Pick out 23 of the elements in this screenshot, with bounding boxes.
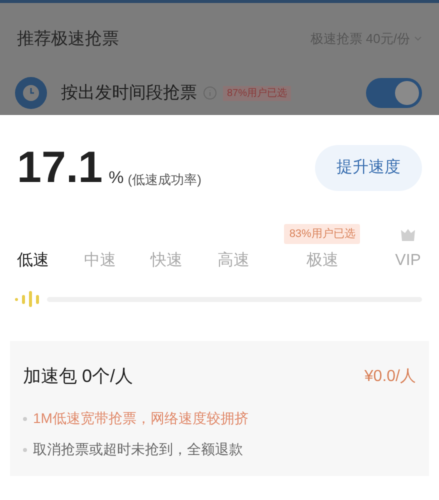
clock-icon: [15, 77, 47, 109]
bullet-icon: [23, 416, 27, 420]
speed-tab[interactable]: VIP: [395, 249, 421, 273]
note-text: 取消抢票或超时未抢到，全额退款: [33, 440, 243, 459]
bullet-icon: [23, 448, 27, 452]
speed-tab[interactable]: 高速: [217, 249, 250, 273]
note-text: 1M低速宽带抢票，网络速度较拥挤: [33, 409, 248, 428]
speed-tab[interactable]: 低速: [17, 249, 49, 273]
rate-caption: (低速成功率): [128, 170, 202, 189]
toggle-switch[interactable]: [366, 78, 422, 108]
speed-tab[interactable]: 快速: [150, 249, 183, 273]
success-rate: 17.1: [17, 146, 103, 190]
popularity-badge: 87%用户已选: [223, 86, 292, 100]
option-label: 按出发时间段抢票: [61, 82, 197, 104]
package-price: ¥0.0/人: [364, 366, 416, 386]
percent-sign: %: [108, 166, 124, 188]
crown-icon: [400, 228, 416, 240]
speed-tab[interactable]: 极速: [306, 249, 338, 273]
boost-speed-button[interactable]: 提升速度: [315, 145, 422, 191]
section-title: 推荐极速抢票: [17, 28, 119, 50]
package-title: 加速包 0个/人: [23, 365, 134, 388]
popularity-badge: 83%用户已选: [284, 224, 360, 244]
speed-tab[interactable]: 中速: [84, 249, 116, 273]
